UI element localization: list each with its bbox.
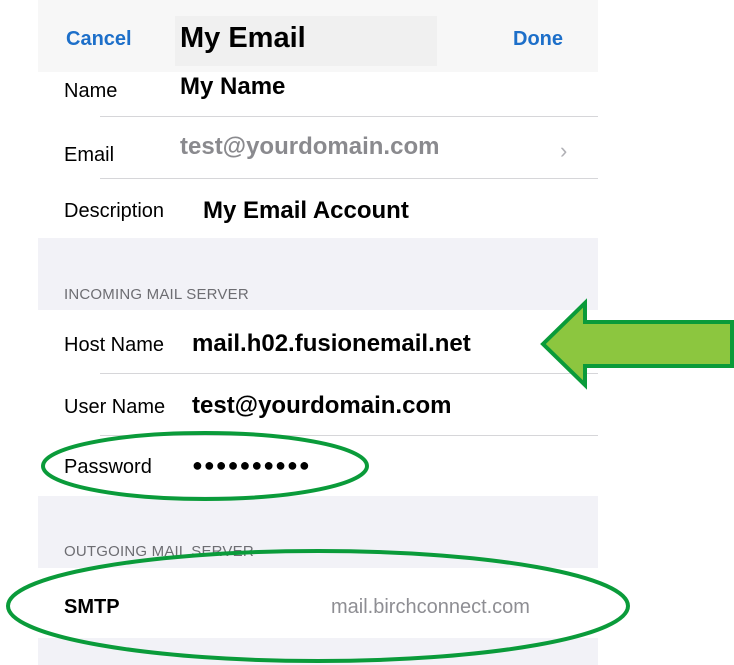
- chevron-right-icon: ›: [560, 138, 568, 163]
- description-label: Description: [64, 200, 165, 222]
- email-value: test@yourdomain.com: [180, 133, 440, 160]
- host-name-label: Host Name: [64, 334, 165, 356]
- done-button[interactable]: Done: [513, 28, 563, 51]
- cancel-button[interactable]: Cancel: [66, 28, 132, 51]
- page-title: My Email: [180, 22, 306, 54]
- user-name-value: test@yourdomain.com: [192, 392, 452, 419]
- password-label: Password: [64, 456, 152, 478]
- name-row[interactable]: [38, 72, 598, 117]
- password-value: ●●●●●●●●●●: [192, 455, 311, 475]
- incoming-section-header: INCOMING MAIL SERVER: [64, 286, 249, 303]
- smtp-value: mail.birchconnect.com: [331, 596, 530, 618]
- description-value: My Email Account: [203, 197, 409, 224]
- user-name-label: User Name: [64, 396, 166, 418]
- name-label: Name: [64, 80, 118, 102]
- host-name-value: mail.h02.fusionemail.net: [192, 330, 471, 357]
- email-label: Email: [64, 144, 115, 166]
- smtp-label: SMTP: [64, 596, 120, 618]
- outgoing-section-header: OUTGOING MAIL SERVER: [64, 543, 254, 560]
- name-value: My Name: [180, 73, 286, 100]
